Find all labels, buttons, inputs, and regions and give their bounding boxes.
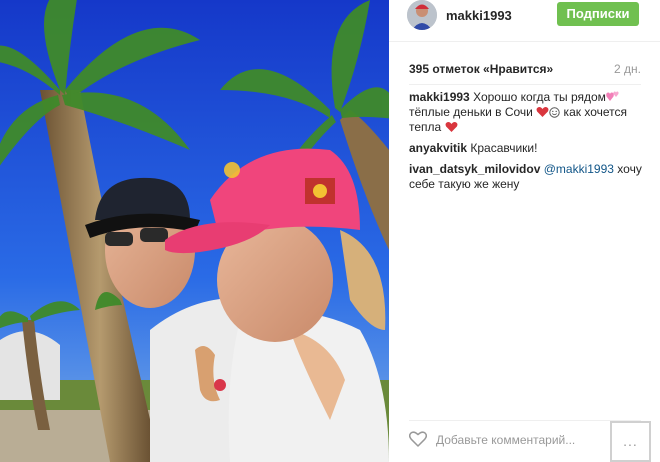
divider xyxy=(409,84,641,85)
post-header: makki1993 Подписки xyxy=(389,0,660,42)
comment-author[interactable]: makki1993 xyxy=(409,90,470,104)
following-button[interactable]: Подписки xyxy=(557,2,639,26)
comment-item: anyakvitik Красавчики! xyxy=(409,141,645,156)
comment-input[interactable] xyxy=(436,432,586,448)
pink-hearts-emoji xyxy=(606,91,619,101)
red-heart-emoji xyxy=(536,107,549,117)
post-side-panel: makki1993 Подписки 395 отметок «Нравится… xyxy=(389,0,660,462)
username[interactable]: makki1993 xyxy=(446,8,512,23)
photo-image xyxy=(0,0,389,462)
comment-text-line2: тёплые деньки в Сочи xyxy=(409,105,537,119)
more-options-icon: ... xyxy=(623,433,638,449)
comment-author[interactable]: ivan_datsyk_milovidov xyxy=(409,162,540,176)
heart-icon[interactable] xyxy=(409,431,427,447)
comment-item: makki1993 Хорошо когда ты рядом тёплые де… xyxy=(409,90,645,135)
comment-item: ivan_datsyk_milovidov @makki1993 хочу се… xyxy=(409,162,645,192)
comment-text: Хорошо когда ты рядом xyxy=(469,90,606,104)
comment-mention[interactable]: @makki1993 xyxy=(544,162,614,176)
likes-row: 395 отметок «Нравится» 2 дн. xyxy=(409,62,641,78)
comment-text: Красавчики! xyxy=(467,141,538,155)
smile-emoji xyxy=(549,107,560,118)
comment-author[interactable]: anyakvitik xyxy=(409,141,467,155)
comments-list: makki1993 Хорошо когда ты рядом тёплые де… xyxy=(409,90,645,198)
red-heart-emoji xyxy=(445,122,458,132)
post-photo[interactable] xyxy=(0,0,389,462)
likes-count[interactable]: 395 отметок «Нравится» xyxy=(409,62,553,76)
avatar[interactable] xyxy=(407,0,437,30)
divider xyxy=(409,420,641,421)
post-time[interactable]: 2 дн. xyxy=(614,62,641,76)
more-options-button[interactable]: ... xyxy=(610,421,651,462)
